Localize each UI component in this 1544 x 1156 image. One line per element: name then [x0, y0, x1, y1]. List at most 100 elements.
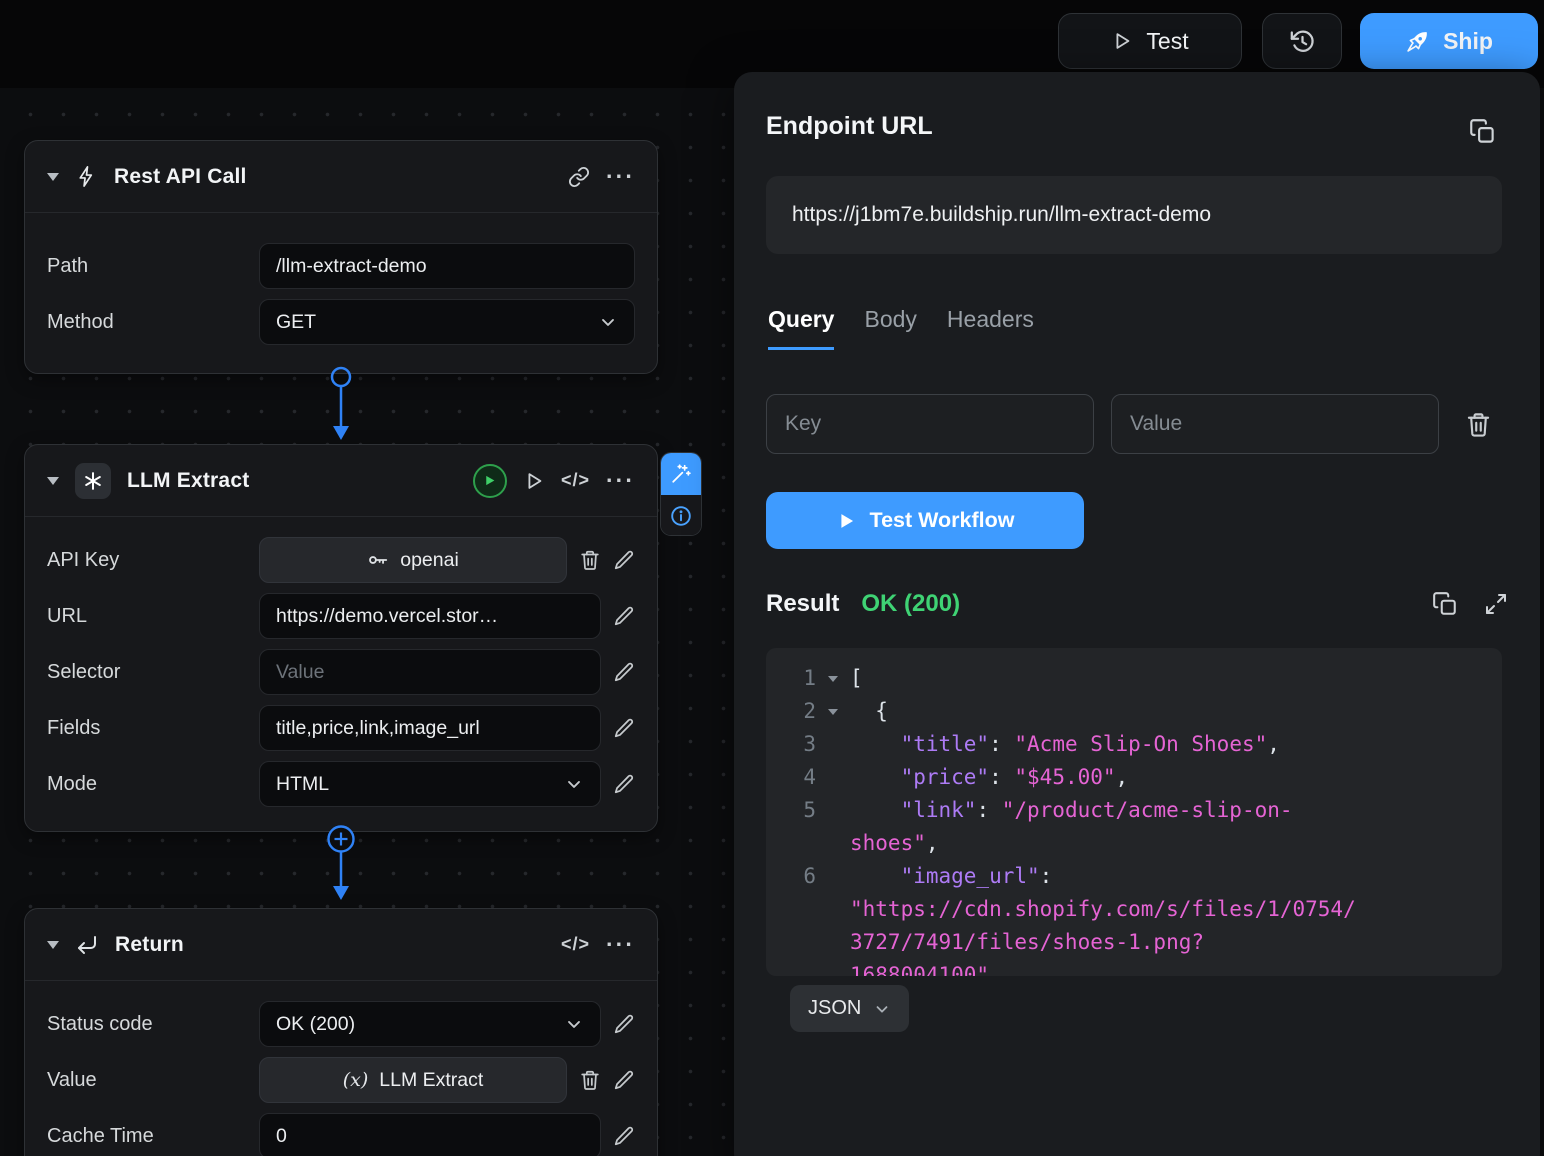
- edit-pencil-icon[interactable]: [613, 717, 635, 739]
- endpoint-url-label: Endpoint URL: [766, 112, 933, 141]
- collapse-chevron-icon[interactable]: [47, 941, 59, 949]
- mode-select[interactable]: HTML: [259, 761, 601, 807]
- param-key-input[interactable]: [766, 394, 1094, 454]
- fold-spacer: [816, 728, 850, 761]
- selector-input[interactable]: [259, 649, 601, 695]
- code-icon[interactable]: </>: [561, 934, 590, 955]
- code-text: "image_url":: [850, 860, 1065, 893]
- api-key-pill[interactable]: openai: [259, 537, 567, 583]
- fold-spacer: [816, 761, 850, 794]
- fields-input[interactable]: [259, 705, 601, 751]
- collapse-chevron-icon[interactable]: [47, 477, 59, 485]
- selector-label: Selector: [47, 661, 247, 684]
- code-text: "price": "$45.00",: [850, 761, 1128, 794]
- line-number: 5: [782, 794, 816, 827]
- format-select[interactable]: JSON: [790, 985, 909, 1032]
- play-icon[interactable]: [523, 470, 545, 492]
- param-value-input[interactable]: [1111, 394, 1439, 454]
- chevron-down-icon: [564, 1014, 584, 1034]
- value-ref-pill[interactable]: (x) LLM Extract: [259, 1057, 567, 1103]
- edit-pencil-icon[interactable]: [613, 1125, 635, 1147]
- method-value: GET: [276, 311, 316, 334]
- more-menu-icon[interactable]: ···: [606, 469, 635, 492]
- fold-chevron-icon[interactable]: [816, 662, 850, 695]
- copy-icon[interactable]: [1432, 591, 1458, 617]
- endpoint-panel: Endpoint URL https://j1bm7e.buildship.ru…: [734, 72, 1540, 1156]
- status-code-value: OK (200): [276, 1013, 355, 1036]
- code-line: shoes",: [782, 827, 1482, 860]
- test-workflow-button[interactable]: Test Workflow: [766, 492, 1084, 549]
- code-line: 6 "image_url":: [782, 860, 1482, 893]
- tab-headers[interactable]: Headers: [947, 306, 1034, 350]
- more-menu-icon[interactable]: ···: [606, 165, 635, 188]
- node-body: Status code OK (200) Value (x) LLM Extra…: [25, 981, 657, 1156]
- trash-icon[interactable]: [579, 549, 601, 571]
- result-code-viewer[interactable]: 1[2 {3 "title": "Acme Slip-On Shoes",4 "…: [766, 648, 1502, 976]
- edit-pencil-icon[interactable]: [613, 1069, 635, 1091]
- method-label: Method: [47, 311, 247, 334]
- run-node-button[interactable]: [473, 464, 507, 498]
- code-text: {: [850, 695, 888, 728]
- edit-pencil-icon[interactable]: [613, 1013, 635, 1035]
- info-icon[interactable]: [661, 495, 701, 536]
- history-icon: [1289, 28, 1316, 55]
- code-line: "https://cdn.shopify.com/s/files/1/0754/: [782, 893, 1482, 926]
- rocket-icon: [1405, 29, 1430, 54]
- ship-button[interactable]: Ship: [1360, 13, 1538, 69]
- fold-chevron-icon[interactable]: [816, 695, 850, 728]
- cache-time-input[interactable]: [259, 1113, 601, 1156]
- edit-pencil-icon[interactable]: [613, 605, 635, 627]
- tab-body[interactable]: Body: [864, 306, 916, 350]
- code-text: 3727/7491/files/shoes-1.png?: [850, 926, 1204, 959]
- fold-spacer: [816, 794, 850, 827]
- url-input[interactable]: https://demo.vercel.stor…: [259, 593, 601, 639]
- play-icon: [1111, 30, 1133, 52]
- link-icon[interactable]: [568, 166, 590, 188]
- path-input[interactable]: [259, 243, 635, 289]
- ship-button-label: Ship: [1443, 28, 1493, 55]
- fold-spacer: [816, 860, 850, 893]
- endpoint-url-value: https://j1bm7e.buildship.run/llm-extract…: [792, 203, 1211, 227]
- line-number: [782, 926, 816, 959]
- node-title: Return: [115, 933, 184, 957]
- node-rest-api-call[interactable]: Rest API Call ··· Path Method GET: [24, 140, 658, 374]
- trash-icon[interactable]: [579, 1069, 601, 1091]
- add-node-connector[interactable]: [321, 824, 361, 908]
- mode-label: Mode: [47, 773, 247, 796]
- value-ref-name: LLM Extract: [379, 1069, 483, 1092]
- tab-query[interactable]: Query: [768, 306, 834, 350]
- url-label: URL: [47, 605, 247, 628]
- endpoint-url-field[interactable]: https://j1bm7e.buildship.run/llm-extract…: [766, 176, 1502, 254]
- test-button[interactable]: Test: [1058, 13, 1242, 69]
- code-icon[interactable]: </>: [561, 470, 590, 491]
- node-return[interactable]: Return </> ··· Status code OK (200) Valu…: [24, 908, 658, 1156]
- trash-icon[interactable]: [1465, 411, 1492, 438]
- edit-pencil-icon[interactable]: [613, 661, 635, 683]
- fold-spacer: [816, 827, 850, 860]
- collapse-chevron-icon[interactable]: [47, 173, 59, 181]
- cache-time-label: Cache Time: [47, 1125, 247, 1148]
- more-menu-icon[interactable]: ···: [606, 933, 635, 956]
- lightning-icon: [75, 165, 98, 188]
- status-code-select[interactable]: OK (200): [259, 1001, 601, 1047]
- expand-icon[interactable]: [1484, 592, 1508, 616]
- line-number: 4: [782, 761, 816, 794]
- method-select[interactable]: GET: [259, 299, 635, 345]
- edit-pencil-icon[interactable]: [613, 773, 635, 795]
- chevron-down-icon: [598, 312, 618, 332]
- line-number: 2: [782, 695, 816, 728]
- code-line: 1688004100": [782, 959, 1482, 976]
- node-title: LLM Extract: [127, 469, 249, 493]
- node-llm-extract[interactable]: LLM Extract </> ··· API Key openai: [24, 444, 658, 832]
- fold-spacer: [816, 926, 850, 959]
- code-text: [: [850, 662, 863, 695]
- path-label: Path: [47, 255, 247, 278]
- line-number: 3: [782, 728, 816, 761]
- connector-arrow: [321, 364, 361, 448]
- history-button[interactable]: [1262, 13, 1342, 69]
- openai-logo-icon: [75, 463, 111, 499]
- magic-wand-icon[interactable]: [661, 453, 701, 495]
- copy-icon[interactable]: [1469, 118, 1496, 145]
- fold-spacer: [816, 893, 850, 926]
- edit-pencil-icon[interactable]: [613, 549, 635, 571]
